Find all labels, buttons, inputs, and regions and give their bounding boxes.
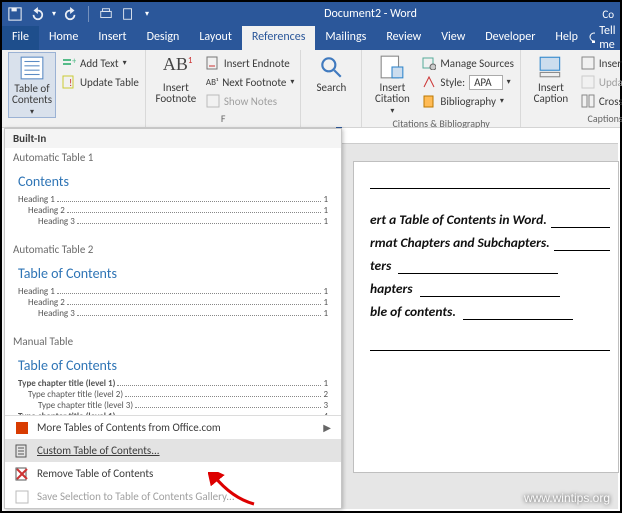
bibliography-icon [422, 94, 436, 108]
tab-layout[interactable]: Layout [189, 26, 242, 50]
tab-references[interactable]: References [242, 26, 316, 50]
document-area: ert a Table of Contents in Word. rmat Ch… [342, 144, 618, 509]
qat-customize-icon[interactable]: ▾ [145, 9, 149, 19]
tab-insert[interactable]: Insert [88, 26, 136, 50]
office-icon [15, 421, 29, 435]
insert-citation-button[interactable]: Insert Citation ▾ [368, 52, 416, 116]
toc-button[interactable]: Table of Contents ▾ [8, 52, 56, 118]
next-footnote-button[interactable]: AB¹Next Footnote ▾ [206, 73, 295, 91]
insert-caption-button[interactable]: Insert Caption [527, 52, 575, 111]
tell-me[interactable]: Tell me [588, 26, 622, 50]
ribbon: Table of Contents ▾ +Add Text ▾ !Update … [2, 50, 620, 128]
tab-view[interactable]: View [431, 26, 475, 50]
doc-line: ble of contents. [370, 303, 610, 320]
tab-home[interactable]: Home [39, 26, 88, 50]
table-fig-icon [581, 56, 595, 70]
gallery-section: Automatic Table 1 [5, 148, 341, 166]
chevron-down-icon: ▾ [390, 106, 394, 116]
citation-icon [379, 54, 405, 80]
undo-icon[interactable] [30, 7, 44, 21]
doc-line: ert a Table of Contents in Word. [370, 211, 610, 228]
ribbon-tabs: File Home Insert Design Layout Reference… [2, 26, 620, 50]
more-toc-office[interactable]: More Tables of Contents from Office.com … [5, 416, 341, 439]
print-preview-icon[interactable] [99, 7, 113, 21]
insert-endnote-button[interactable]: Insert Endnote [206, 54, 295, 72]
next-footnote-icon: AB¹ [206, 77, 218, 88]
bulb-icon [588, 32, 595, 44]
gallery-section: Manual Table [5, 332, 341, 350]
caption-icon [538, 54, 564, 80]
cross-reference-button[interactable]: Cross-reference [581, 92, 622, 110]
insert-footnote-button[interactable]: AB1 Insert Footnote [152, 52, 200, 111]
update-captions-button: Update Table [581, 73, 622, 91]
add-text-icon: + [62, 56, 76, 70]
show-notes-button: Show Notes [206, 92, 295, 110]
custom-toc-icon [15, 444, 29, 458]
doc-line: ters [370, 257, 610, 274]
custom-toc[interactable]: Custom Table of Contents... [5, 439, 341, 462]
gallery-builtin-header: Built-In [5, 129, 341, 148]
svg-text:!: ! [69, 76, 72, 89]
undo-more-icon[interactable]: ▾ [52, 9, 56, 19]
toc-gallery: Built-In Automatic Table 1 Contents Head… [4, 128, 342, 509]
window-title: Document2 - Word [155, 7, 586, 21]
gallery-item-auto1[interactable]: Contents Heading 11 Heading 21 Heading 3… [11, 168, 335, 234]
bibliography-button[interactable]: Bibliography ▾ [422, 92, 514, 110]
horizontal-ruler[interactable] [342, 128, 618, 144]
update-table-button[interactable]: !Update Table [62, 73, 139, 91]
update-cap-icon [581, 75, 595, 89]
search-button[interactable]: Search [307, 52, 355, 111]
tab-review[interactable]: Review [376, 26, 431, 50]
chevron-down-icon: ▾ [30, 107, 34, 117]
style-icon [422, 75, 436, 89]
title-right: Co [586, 8, 620, 21]
redo-icon[interactable] [64, 7, 78, 21]
tab-design[interactable]: Design [137, 26, 190, 50]
update-icon: ! [62, 75, 76, 89]
doc-rule [370, 350, 610, 351]
tab-developer[interactable]: Developer [475, 26, 545, 50]
manage-sources-icon [422, 56, 436, 70]
tab-help[interactable]: Help [545, 26, 588, 50]
save-toc-gallery: Save Selection to Table of Contents Gall… [5, 485, 341, 508]
manage-sources-button[interactable]: Manage Sources [422, 54, 514, 72]
doc-line: hapters [370, 280, 610, 297]
remove-toc[interactable]: Remove Table of Contents [5, 462, 341, 485]
gallery-item-manual[interactable]: Table of Contents Type chapter title (le… [11, 352, 335, 415]
search-icon [318, 54, 344, 80]
save-gallery-icon [15, 490, 29, 504]
svg-text:+: + [72, 56, 76, 67]
insert-table-figures-button[interactable]: Insert Table of Figu [581, 54, 622, 72]
remove-toc-icon [15, 467, 29, 481]
gallery-item-auto2[interactable]: Table of Contents Heading 11 Heading 21 … [11, 260, 335, 326]
add-text-button[interactable]: +Add Text ▾ [62, 54, 139, 72]
watermark: www.wintips.org [524, 491, 610, 505]
tab-mailings[interactable]: Mailings [315, 26, 376, 50]
document-page[interactable]: ert a Table of Contents in Word. rmat Ch… [354, 162, 618, 472]
new-doc-icon[interactable] [121, 7, 135, 21]
gallery-section: Automatic Table 2 [5, 240, 341, 258]
citation-style[interactable]: Style: APA▾ [422, 73, 514, 91]
footnote-icon: AB1 [163, 54, 189, 80]
cross-ref-icon [581, 94, 595, 108]
toc-icon [19, 55, 45, 81]
endnote-icon [206, 56, 220, 70]
tab-file[interactable]: File [2, 26, 39, 50]
doc-rule [370, 188, 610, 189]
chevron-right-icon: ▶ [323, 421, 331, 434]
save-icon[interactable] [8, 7, 22, 21]
doc-line: rmat Chapters and Subchapters. [370, 234, 610, 251]
show-notes-icon [206, 94, 220, 108]
